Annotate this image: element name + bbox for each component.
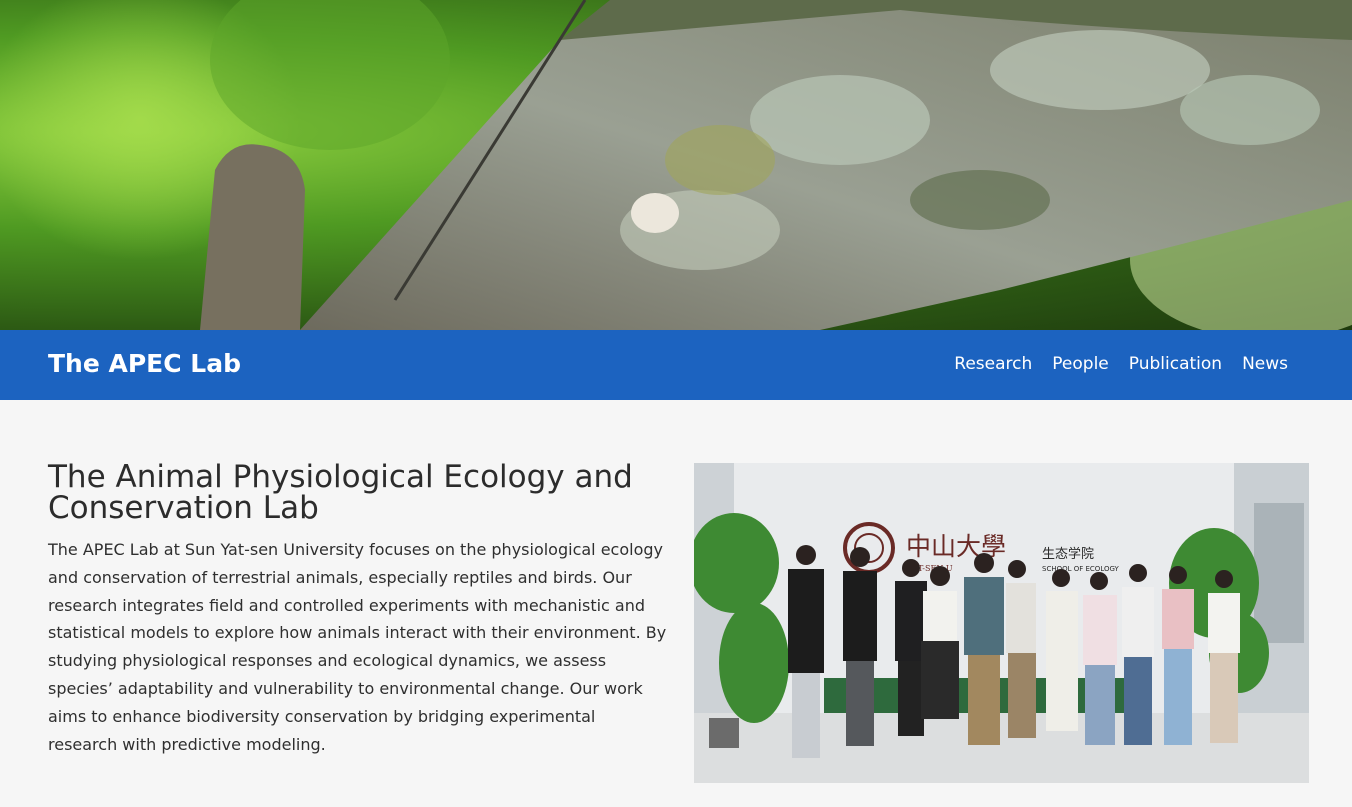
page-title: The Animal Physiological Ecology and Con… bbox=[48, 459, 633, 526]
brand-logo-link[interactable]: The APEC Lab bbox=[48, 347, 241, 381]
top-navbar: The APEC Lab Research People Publication… bbox=[0, 330, 1352, 400]
main-nav: Research People Publication News bbox=[954, 352, 1288, 376]
nav-link-research[interactable]: Research bbox=[954, 352, 1032, 376]
intro-paragraph: The APEC Lab at Sun Yat-sen University f… bbox=[48, 540, 667, 754]
nav-link-publication[interactable]: Publication bbox=[1129, 352, 1222, 376]
group-people bbox=[788, 545, 1240, 758]
nav-link-people[interactable]: People bbox=[1052, 352, 1108, 376]
nav-link-news[interactable]: News bbox=[1242, 352, 1288, 376]
lab-group-photo: 中山大學 生态学院 YAT-SEN U SCHOOL OF ECOLOGY bbox=[694, 463, 1309, 783]
hero-banner-image bbox=[0, 0, 1352, 330]
sign-school-chinese: 生态学院 bbox=[1042, 546, 1094, 562]
sign-english-2: SCHOOL OF ECOLOGY bbox=[1042, 565, 1120, 573]
